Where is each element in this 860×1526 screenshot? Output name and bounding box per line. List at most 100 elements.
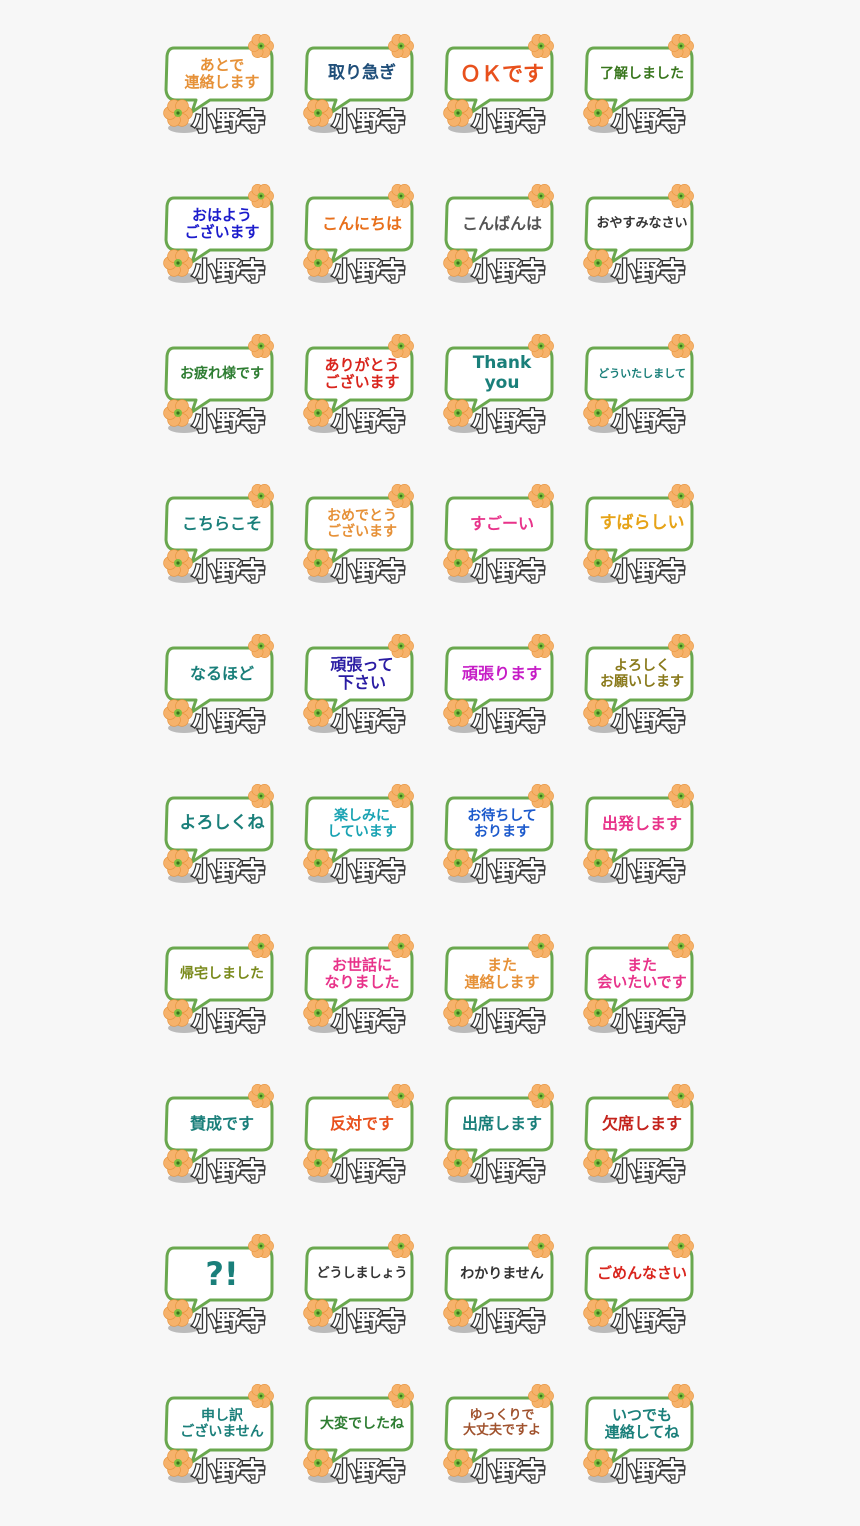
sticker[interactable]: わかりません 小野寺	[442, 1234, 572, 1338]
name-label: 小野寺	[191, 1456, 267, 1488]
sticker[interactable]: お疲れ様です 小野寺	[162, 334, 292, 438]
sticker[interactable]: おやすみなさい 小野寺	[582, 184, 712, 288]
message-line: 大変でしたね	[320, 1415, 404, 1432]
sticker[interactable]: ?! 小野寺	[162, 1234, 292, 1338]
sticker[interactable]: よろしく お願いします 小野寺	[582, 634, 712, 738]
sticker[interactable]: 頑張ります 小野寺	[442, 634, 572, 738]
message-line: ごめんなさい	[596, 1264, 687, 1283]
name-label: 小野寺	[611, 856, 687, 888]
sticker[interactable]: いつでも 連絡してね 小野寺	[582, 1384, 712, 1488]
sticker[interactable]: 出発します 小野寺	[582, 784, 712, 888]
message-line: お待ちして	[467, 807, 537, 824]
name-label: 小野寺	[331, 706, 407, 738]
sticker[interactable]: 出席します 小野寺	[442, 1084, 572, 1188]
flower-icon	[386, 632, 416, 660]
name-label: 小野寺	[331, 1306, 407, 1338]
sticker[interactable]: 楽しみに しています 小野寺	[302, 784, 432, 888]
flower-icon	[442, 546, 474, 580]
flower-icon	[246, 1232, 276, 1260]
sticker[interactable]: 了解しました 小野寺	[582, 34, 712, 138]
flower-icon-shape	[303, 1149, 333, 1177]
name-label: 小野寺	[471, 706, 547, 738]
name-label: 小野寺	[471, 106, 547, 138]
flower-icon-shape	[583, 99, 613, 127]
sticker[interactable]: よろしくね 小野寺	[162, 784, 292, 888]
flower-icon	[302, 1446, 334, 1480]
sticker[interactable]: こちらこそ 小野寺	[162, 484, 292, 588]
flower-icon-shape	[163, 99, 193, 127]
sticker[interactable]: どうしましょう 小野寺	[302, 1234, 432, 1338]
message-line: 連絡します	[184, 73, 260, 91]
sticker[interactable]: 帰宅しました 小野寺	[162, 934, 292, 1038]
flower-icon	[162, 1146, 194, 1180]
flower-icon-shape	[388, 634, 414, 658]
sticker[interactable]: あとで 連絡します 小野寺	[162, 34, 292, 138]
sticker[interactable]: すごーい 小野寺	[442, 484, 572, 588]
sticker[interactable]: Thank you 小野寺	[442, 334, 572, 438]
flower-icon-shape	[388, 1234, 414, 1258]
flower-icon-shape	[163, 249, 193, 277]
flower-icon	[582, 396, 614, 430]
message-line: しています	[327, 824, 397, 840]
sticker[interactable]: また 会いたいです 小野寺	[582, 934, 712, 1038]
sticker[interactable]: 頑張って 下さい 小野寺	[302, 634, 432, 738]
sticker[interactable]: おめでとう ございます 小野寺	[302, 484, 432, 588]
message-line: なるほど	[189, 663, 254, 683]
flower-icon-shape	[668, 34, 694, 58]
flower-icon	[246, 782, 276, 810]
sticker[interactable]: ありがとう ございます 小野寺	[302, 334, 432, 438]
sticker[interactable]: 取り急ぎ 小野寺	[302, 34, 432, 138]
flower-icon-shape	[163, 849, 193, 877]
name-label: 小野寺	[611, 1156, 687, 1188]
flower-icon	[302, 396, 334, 430]
message-line: よろしく	[614, 657, 670, 674]
sticker[interactable]: 欠席します 小野寺	[582, 1084, 712, 1188]
flower-icon	[582, 1296, 614, 1330]
sticker[interactable]: 反対です 小野寺	[302, 1084, 432, 1188]
message-line: こんばんは	[461, 213, 542, 233]
message-line: 賛成です	[189, 1113, 254, 1133]
flower-icon-shape	[388, 334, 414, 358]
flower-icon-shape	[163, 549, 193, 577]
flower-icon	[442, 96, 474, 130]
flower-icon-shape	[248, 184, 274, 208]
flower-icon	[442, 846, 474, 880]
flower-icon	[442, 1146, 474, 1180]
flower-icon-shape	[583, 999, 613, 1027]
sticker[interactable]: お世話に なりました 小野寺	[302, 934, 432, 1038]
sticker[interactable]: どういたしまして 小野寺	[582, 334, 712, 438]
message-line: ＯＫです	[460, 61, 544, 86]
message-line: わかりません	[460, 1265, 544, 1282]
sticker[interactable]: ごめんなさい 小野寺	[582, 1234, 712, 1338]
flower-icon-shape	[528, 184, 554, 208]
sticker[interactable]: おはよう ございます 小野寺	[162, 184, 292, 288]
sticker[interactable]: 賛成です 小野寺	[162, 1084, 292, 1188]
flower-icon-shape	[668, 1234, 694, 1258]
flower-icon	[302, 96, 334, 130]
name-label: 小野寺	[331, 856, 407, 888]
sticker[interactable]: こんばんは小野寺	[442, 184, 572, 288]
sticker[interactable]: 大変でしたね 小野寺	[302, 1384, 432, 1488]
message-line: おります	[474, 824, 530, 840]
sticker[interactable]: 申し訳 ございません 小野寺	[162, 1384, 292, 1488]
sticker[interactable]: すばらしい 小野寺	[582, 484, 712, 588]
sticker[interactable]: こんにちは 小野寺	[302, 184, 432, 288]
sticker[interactable]: なるほど 小野寺	[162, 634, 292, 738]
flower-icon-shape	[668, 334, 694, 358]
flower-icon-shape	[163, 999, 193, 1027]
sticker[interactable]: ゆっくりで 大丈夫ですよ 小野寺	[442, 1384, 572, 1488]
sticker[interactable]: また 連絡します 小野寺	[442, 934, 572, 1038]
sticker[interactable]: お待ちして おります 小野寺	[442, 784, 572, 888]
message-line: ございます	[324, 373, 400, 391]
flower-icon	[666, 632, 696, 660]
name-label: 小野寺	[471, 256, 547, 288]
name-label: 小野寺	[191, 1006, 267, 1038]
flower-icon-shape	[248, 1384, 274, 1408]
name-label: 小野寺	[191, 256, 267, 288]
flower-icon	[582, 246, 614, 280]
name-label: 小野寺	[611, 106, 687, 138]
flower-icon-shape	[583, 1299, 613, 1327]
sticker[interactable]: ＯＫです小野寺	[442, 34, 572, 138]
flower-icon	[666, 482, 696, 510]
name-label: 小野寺	[191, 1156, 267, 1188]
